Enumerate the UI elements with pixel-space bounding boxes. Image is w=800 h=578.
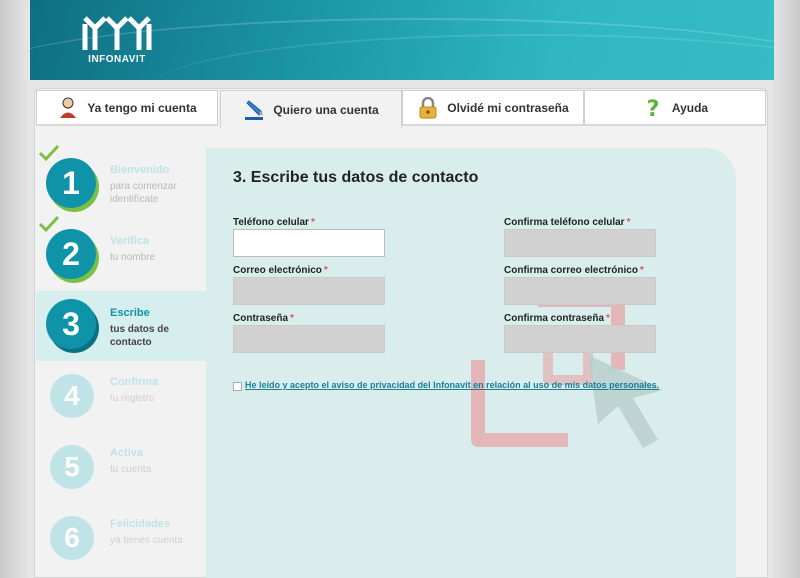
step-1: 1 Bienvenido para comenzar identifícate [36,144,206,220]
brand-name: INFONAVIT [88,54,146,65]
password-confirm-label: Confirma contraseña * [504,313,610,324]
tab-label: Ayuda [671,100,709,115]
tab-bar: Ya tengo mi cuenta Quiero una cuenta Olv… [36,90,766,128]
step-title: Activa [110,447,144,459]
tab-label: Olvidé mi contraseña [447,100,569,115]
step-subtitle: tus datos de contacto [110,324,169,348]
privacy-checkbox[interactable] [233,382,242,391]
phone-label: Teléfono celular * [233,217,315,228]
form-title: 3. Escribe tus datos de contacto [233,169,479,186]
step-number: 5 [50,445,94,489]
tab-ayuda[interactable]: ? Ayuda [584,90,766,126]
lock-icon [419,96,437,118]
email-label: Correo electrónico * [233,265,328,276]
step-subtitle: tu cuenta [110,464,152,475]
password-label: Contraseña * [233,313,294,324]
step-number: 2 [46,229,96,279]
step-6: 6 Felicidades ya tienes cuenta [36,504,206,574]
email-confirm-label: Confirma correo electrónico * [504,265,644,276]
step-title: Escribe [110,307,150,319]
tab-olvide-mi-contrasena[interactable]: Olvidé mi contraseña [402,90,584,126]
step-title: Confirma [110,376,159,388]
password-field[interactable] [233,325,385,353]
phone-field[interactable] [233,229,385,257]
question-icon: ? [646,97,659,119]
step-3: 3 Escribe tus datos de contacto [36,291,206,361]
tab-label: Ya tengo mi cuenta [87,100,197,115]
step-subtitle: tu nombre [110,252,156,263]
email-confirm-field[interactable] [504,277,656,305]
svg-text:?: ? [646,97,659,119]
logo-houses-icon [82,16,152,50]
step-title: Verifica [110,235,150,247]
step-subtitle: ya tienes cuenta [110,535,183,546]
checkmark-icon [38,215,60,233]
step-number: 1 [46,158,96,208]
step-subtitle: tu registro [110,393,155,404]
step-2: 2 Verifica tu nombre [36,215,206,291]
user-icon [60,97,77,118]
step-number: 6 [50,516,94,560]
tab-ya-tengo-mi-cuenta[interactable]: Ya tengo mi cuenta [36,90,218,126]
step-number: 4 [50,374,94,418]
step-title: Bienvenido [110,164,170,176]
phone-confirm-label: Confirma teléfono celular * [504,217,631,228]
phone-confirm-field[interactable] [504,229,656,257]
password-confirm-field[interactable] [504,325,656,353]
header-banner: INFONAVIT [30,0,774,80]
email-field[interactable] [233,277,385,305]
checkmark-icon [38,144,60,162]
pencil-icon [245,99,264,120]
infonavit-logo[interactable]: INFONAVIT [82,10,152,66]
privacy-notice-link[interactable]: He leído y acepto el aviso de privacidad… [245,380,659,390]
step-number: 3 [46,299,96,349]
step-4: 4 Confirma tu registro [36,362,206,432]
step-title: Felicidades [110,518,170,530]
tab-label: Quiero una cuenta [273,102,379,117]
step-subtitle: para comenzar identifícate [110,181,177,205]
step-5: 5 Activa tu cuenta [36,433,206,503]
tab-quiero-una-cuenta[interactable]: Quiero una cuenta [220,90,402,128]
